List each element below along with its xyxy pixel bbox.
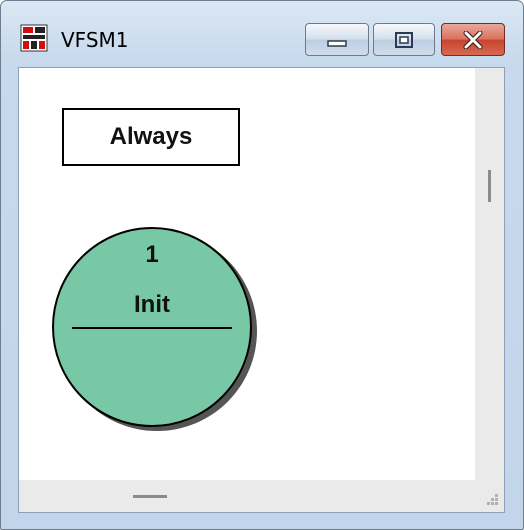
- grip-dot: [495, 498, 498, 501]
- maximize-button[interactable]: [373, 23, 435, 56]
- size-grip[interactable]: [475, 480, 504, 512]
- minimize-icon: [327, 39, 347, 47]
- grip-dot: [491, 498, 494, 501]
- window-title: VFSM1: [61, 28, 129, 52]
- grip-dot: [491, 502, 494, 505]
- transition-label-text: Always: [109, 123, 193, 150]
- maximize-icon: [395, 31, 413, 48]
- title-bar[interactable]: VFSM1: [1, 1, 523, 61]
- horizontal-scroll-thumb[interactable]: [133, 495, 167, 498]
- close-button[interactable]: [441, 23, 505, 56]
- state-name: Init: [134, 291, 170, 318]
- vfsm-app-icon: [20, 24, 48, 52]
- transition-label-box[interactable]: Always: [62, 108, 240, 166]
- close-icon: [463, 30, 483, 49]
- state-divider: [72, 327, 232, 329]
- vertical-scroll-thumb[interactable]: [488, 170, 491, 202]
- state-machine-canvas[interactable]: Always 1 Init: [19, 68, 475, 480]
- vertical-scrollbar[interactable]: [475, 68, 504, 480]
- grip-dot: [495, 502, 498, 505]
- grip-dot: [495, 494, 498, 497]
- horizontal-scrollbar[interactable]: [19, 480, 475, 512]
- grip-dot: [487, 502, 490, 505]
- client-area: Always 1 Init: [18, 67, 505, 513]
- state-id: 1: [145, 241, 159, 268]
- minimize-button[interactable]: [305, 23, 369, 56]
- state-init[interactable]: 1 Init: [52, 227, 252, 427]
- vfsm-window: VFSM1 Always 1 Init: [0, 0, 524, 530]
